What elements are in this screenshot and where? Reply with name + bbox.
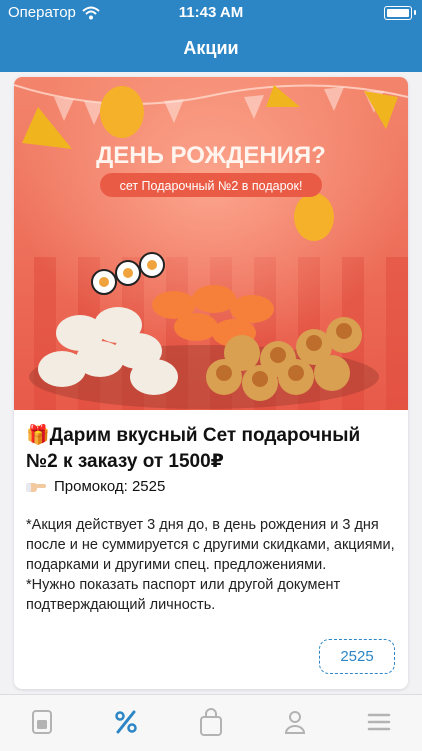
shopping-bag-icon [200,708,222,736]
promo-title: 🎁Дарим вкусный Сет подарочный №2 к заказ… [26,425,361,472]
status-bar: Оператор 11:43 AM [0,0,422,26]
promo-code-label: Промокод: 2525 [54,478,166,495]
menu-book-icon [32,710,52,734]
profile-icon [284,711,306,734]
banner-headline: ДЕНЬ РОЖДЕНИЯ? [96,142,326,169]
tab-profile[interactable] [278,707,312,737]
more-menu-icon [367,713,391,731]
tab-menu[interactable] [25,707,59,737]
tab-more[interactable] [362,707,396,737]
battery-tip [414,10,416,15]
promo-code-line: Промокод: 2525 [26,478,165,495]
promo-banner-image: ДЕНЬ РОЖДЕНИЯ? сет Подарочный №2 в подар… [14,77,408,410]
promo-card[interactable]: ДЕНЬ РОЖДЕНИЯ? сет Подарочный №2 в подар… [14,77,408,689]
page-title: Акции [183,38,239,58]
promo-description: *Акция действует 3 дня до, в день рожден… [26,517,395,613]
promo-code-button[interactable]: 2525 [319,639,395,674]
pointing-hand-icon [26,482,46,492]
tab-cart[interactable] [194,707,228,737]
status-time: 11:43 AM [178,4,244,21]
percent-icon [115,710,137,734]
nav-bar: Акции [0,26,422,72]
banner-subline: сет Подарочный №2 в подарок! [120,179,303,193]
tab-bar [0,694,422,751]
tab-promotions[interactable] [109,707,143,737]
battery-icon [384,6,412,20]
